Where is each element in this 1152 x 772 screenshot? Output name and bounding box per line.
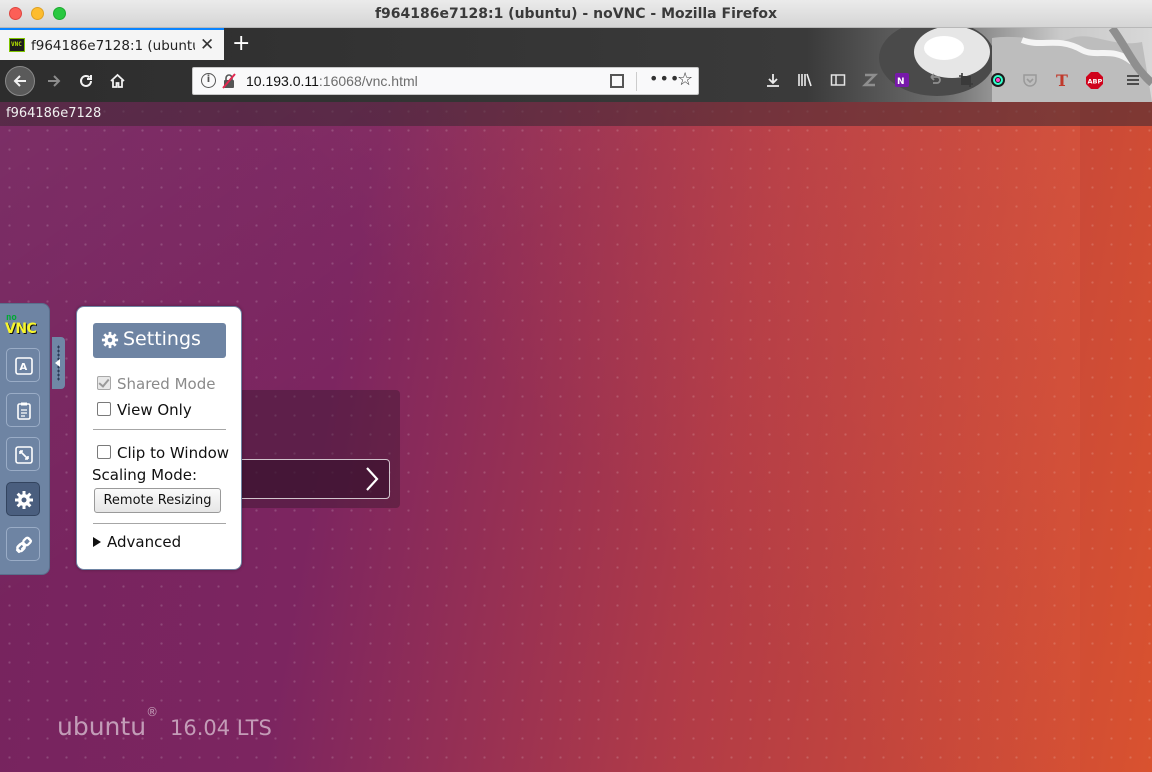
url-separator [636,72,637,91]
onenote-icon[interactable]: N [893,71,911,89]
forward-button[interactable] [39,66,69,96]
view-only-label[interactable]: View Only [117,401,192,419]
disconnect-icon [15,536,33,554]
scaling-mode-select[interactable]: Remote Resizing [94,488,221,513]
settings-header: Settings [93,323,226,358]
ubuntu-circle-icon: ® [146,704,159,719]
tab-active[interactable]: VNC f964186e7128:1 (ubuntu) ✕ [0,28,224,60]
settings-gear-icon [101,331,119,349]
url-path: :16068/vnc.html [318,73,418,89]
back-button[interactable] [5,66,35,96]
shared-mode-option: Shared Mode [97,375,215,393]
nav-bar: i 10.193.0.11:16068/vnc.html ••• ☆ N T A… [0,60,1152,102]
info-icon[interactable]: i [201,73,216,88]
url-host: 10.193.0.11 [246,73,319,89]
window-titlebar: f964186e7128:1 (ubuntu) - noVNC - Mozill… [0,0,1152,28]
novnc-favicon-icon: VNC [9,38,25,52]
clip-to-window-checkbox[interactable] [97,445,111,459]
advanced-label[interactable]: Advanced [107,533,181,551]
vnc-status-bar: f964186e7128 [0,102,1152,126]
menu-icon[interactable] [1124,71,1142,89]
qr-code-icon[interactable] [610,74,624,88]
settings-title: Settings [123,328,201,350]
view-only-option[interactable]: View Only [97,401,192,419]
advanced-toggle[interactable]: Advanced [93,533,181,551]
insecure-lock-icon[interactable] [222,73,236,89]
keyboard-icon: A [15,357,33,375]
ubuntu-version: 16.04 LTS [170,716,272,740]
disconnect-button[interactable] [6,527,40,561]
clipboard-button[interactable] [6,393,40,427]
settings-divider [93,523,226,524]
window-title: f964186e7128:1 (ubuntu) - noVNC - Mozill… [374,6,778,22]
ubuntu-brand: ubuntu [57,712,147,741]
undo-icon[interactable] [925,71,943,89]
browser-chrome: VNC f964186e7128:1 (ubuntu) ✕ + i 10.193… [0,28,1152,102]
novnc-control-bar: no VNC A [0,303,50,575]
reload-icon [80,74,92,87]
vnc-host-name: f964186e7128 [6,106,102,121]
screenshot-icon[interactable] [957,71,975,89]
view-only-checkbox[interactable] [97,402,111,416]
arrow-right-icon [48,75,61,87]
chevron-right-icon[interactable] [363,466,381,492]
bookmark-star-icon[interactable]: ☆ [677,69,693,90]
clip-to-window-label[interactable]: Clip to Window [117,444,229,462]
sidebar-icon[interactable] [829,71,847,89]
arrow-left-icon [13,75,26,87]
page-actions-icon[interactable]: ••• [649,69,680,88]
settings-divider [93,429,226,430]
scaling-mode-label: Scaling Mode: [92,466,198,484]
new-tab-button[interactable]: + [232,31,250,56]
library-icon[interactable] [796,71,814,89]
settings-button[interactable] [6,482,40,516]
url-text[interactable]: 10.193.0.11:16068/vnc.html [246,73,418,89]
shared-mode-label: Shared Mode [117,375,216,393]
zotero-icon[interactable] [861,71,879,89]
novnc-logo-bottom: VNC [5,321,37,337]
keyboard-button[interactable]: A [6,348,40,382]
color-picker-icon[interactable] [989,71,1007,89]
fullscreen-button[interactable] [6,437,40,471]
clip-to-window-option[interactable]: Clip to Window [97,444,229,462]
settings-panel: Settings Shared Mode View Only Clip to W… [76,306,242,570]
adblock-plus-icon[interactable]: ABP [1085,71,1103,89]
clipboard-icon [17,402,31,420]
fullscreen-icon [15,446,33,464]
pocket-icon[interactable] [1021,71,1039,89]
url-bar[interactable]: i 10.193.0.11:16068/vnc.html ••• ☆ [192,67,699,95]
tt-icon[interactable]: T [1053,71,1071,89]
shared-mode-checkbox [97,376,111,390]
remote-desktop-canvas[interactable]: f964186e7128 ubuntu® 16.04 LTS no VNC A [0,102,1152,772]
tab-close-icon[interactable]: ✕ [200,35,214,55]
svg-text:A: A [20,362,28,373]
download-icon[interactable] [764,71,782,89]
svg-text:N: N [897,77,905,87]
home-icon [109,73,125,88]
tab-title: f964186e7128:1 (ubuntu) [31,38,195,54]
ubuntu-logo: ubuntu® 16.04 LTS [57,705,272,741]
home-button[interactable] [102,66,132,96]
settings-icon [15,491,33,509]
svg-text:ABP: ABP [1087,77,1102,85]
triangle-right-icon [93,537,101,547]
novnc-logo: no VNC [5,312,41,338]
control-bar-handle[interactable] [52,337,65,389]
collapse-arrow-icon [55,359,60,367]
svg-text:T: T [1056,72,1068,88]
reload-button[interactable] [71,66,101,96]
